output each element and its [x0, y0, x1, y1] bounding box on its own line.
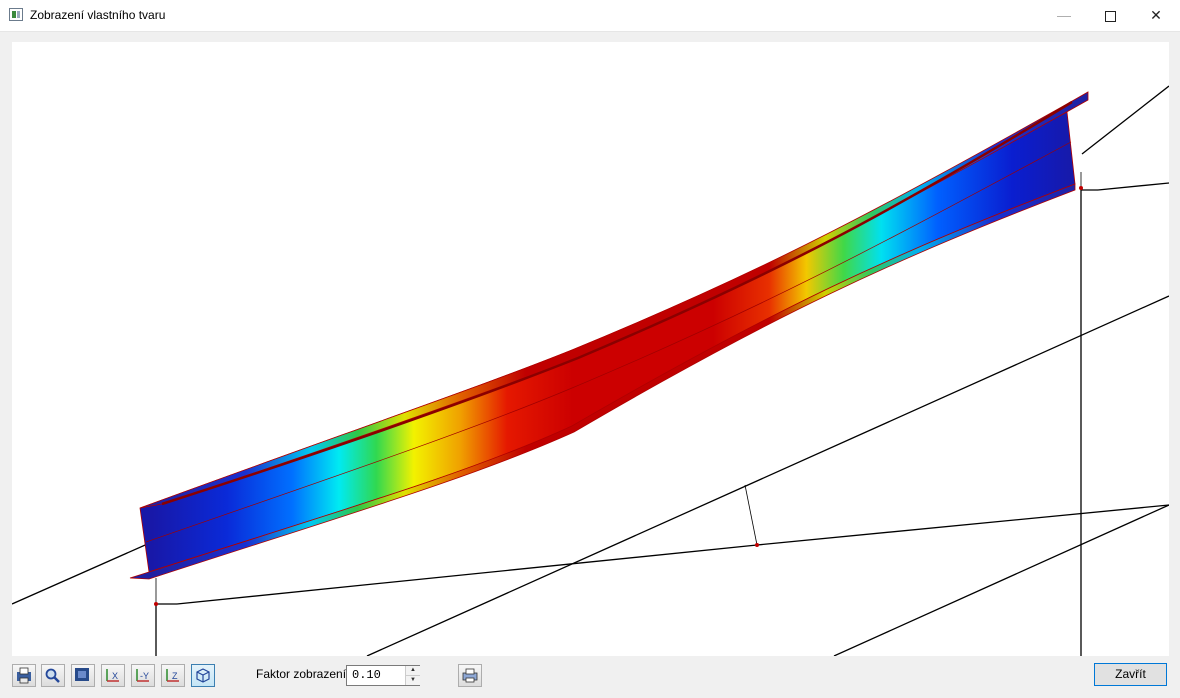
view-minus-y-button[interactable]: -Y: [131, 664, 155, 687]
mode-shape-view: [12, 85, 1169, 656]
iso-view-button[interactable]: [191, 664, 215, 687]
window-title: Zobrazení vlastního tvaru: [30, 8, 166, 22]
spin-down-button[interactable]: ▼: [405, 676, 420, 685]
view-x-icon: X: [106, 669, 119, 682]
view-z-button[interactable]: Z: [161, 664, 185, 687]
maximize-icon: [1104, 10, 1116, 22]
close-button[interactable]: Zavřít: [1094, 663, 1167, 686]
printer-icon: [462, 668, 478, 683]
svg-text:Z: Z: [172, 671, 178, 681]
svg-text:X: X: [112, 671, 118, 681]
3d-viewport[interactable]: [12, 42, 1169, 656]
title-bar: Zobrazení vlastního tvaru — ✕: [0, 0, 1180, 32]
beam-top-flange: [139, 91, 1089, 509]
bottom-toolbar: X -Y Z Faktor zobrazení: ▲ ▼: [0, 657, 1180, 698]
svg-text:-Y: -Y: [140, 671, 149, 681]
view-z-icon: Z: [166, 669, 179, 682]
minimize-button[interactable]: —: [1041, 0, 1087, 31]
zoom-icon: [45, 668, 60, 683]
render-mode-button[interactable]: [71, 664, 95, 687]
factor-input[interactable]: [347, 666, 405, 685]
print-button[interactable]: [458, 664, 482, 687]
maximize-button[interactable]: [1087, 0, 1133, 31]
print-view-button[interactable]: [12, 664, 36, 687]
view-minus-y-icon: -Y: [136, 669, 149, 682]
factor-spinbox[interactable]: ▲ ▼: [346, 665, 420, 686]
render-mode-icon: [75, 668, 89, 681]
iso-view-icon: [196, 668, 210, 683]
factor-label: Faktor zobrazení:: [256, 667, 350, 681]
close-window-button[interactable]: ✕: [1133, 0, 1179, 31]
view-x-button[interactable]: X: [101, 664, 125, 687]
app-icon: [9, 8, 23, 21]
flange-edge-line: [161, 100, 1073, 506]
zoom-button[interactable]: [41, 664, 65, 687]
spin-up-button[interactable]: ▲: [405, 666, 420, 676]
print-view-icon: [17, 667, 31, 684]
